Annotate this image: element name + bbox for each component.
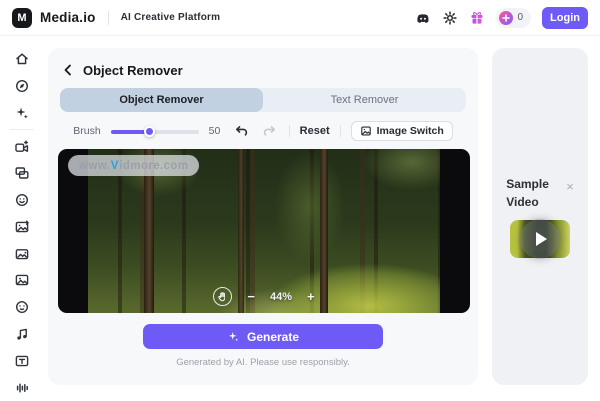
discover-icon[interactable] — [8, 73, 36, 100]
remover-tabs: Object Remover Text Remover — [60, 88, 466, 112]
page-title: Object Remover — [83, 63, 183, 78]
close-icon[interactable]: × — [566, 179, 574, 194]
pan-hand-icon[interactable] — [213, 287, 232, 306]
logo-letter: M — [17, 12, 26, 24]
zoom-level: 44% — [270, 291, 292, 303]
sample-video-title: Sample Video — [506, 175, 560, 211]
reset-button[interactable]: Reset — [300, 125, 330, 137]
home-icon[interactable] — [8, 46, 36, 73]
zoom-in-button[interactable]: + — [307, 290, 315, 303]
zoom-out-button[interactable]: − — [247, 290, 255, 303]
image-switch-icon — [360, 125, 372, 137]
login-button[interactable]: Login — [542, 7, 588, 29]
back-chevron-icon[interactable] — [60, 62, 76, 78]
page: M Media.io AI Creative Platform 0 Logi — [0, 0, 600, 401]
avatar-icon[interactable] — [8, 187, 36, 214]
undo-icon[interactable] — [233, 122, 251, 140]
music-icon[interactable] — [8, 321, 36, 348]
top-bar: M Media.io AI Creative Platform 0 Logi — [0, 0, 600, 36]
sparkle-icon — [227, 330, 240, 343]
sample-head: Sample Video × — [506, 175, 574, 211]
object-remover-panel: Object Remover Object Remover Text Remov… — [48, 48, 478, 385]
sticker-icon[interactable] — [8, 294, 36, 321]
header-divider — [108, 11, 109, 25]
generate-label: Generate — [247, 330, 299, 344]
sample-video-thumbnail[interactable] — [510, 220, 570, 258]
image-export-icon[interactable] — [8, 214, 36, 241]
settings-gear-icon[interactable] — [442, 10, 458, 26]
canvas-zoom-controls: − 44% + — [88, 287, 440, 306]
sample-video-panel: Sample Video × — [492, 48, 588, 385]
mediaio-logo-icon[interactable]: M — [12, 8, 32, 28]
generate-button[interactable]: Generate — [143, 324, 383, 349]
subtitle-icon[interactable] — [8, 347, 36, 374]
toolbar-divider — [340, 125, 341, 137]
editing-canvas[interactable]: www.Vidmore.com − 44% + — [58, 149, 470, 313]
gift-icon[interactable] — [469, 10, 485, 26]
vidmore-watermark: www.Vidmore.com — [68, 155, 199, 176]
image-switch-button[interactable]: Image Switch — [351, 121, 453, 141]
brush-label: Brush — [73, 125, 100, 137]
brush-size-slider[interactable] — [111, 125, 199, 137]
screen-recorder-icon[interactable] — [8, 160, 36, 187]
toolbar-divider — [289, 125, 290, 137]
brand-name[interactable]: Media.io — [40, 10, 96, 25]
coin-plus-icon — [499, 11, 513, 25]
image-ai-icon[interactable] — [8, 240, 36, 267]
header-actions: 0 Login — [415, 7, 588, 29]
ai-disclaimer: Generated by AI. Please use responsibly. — [48, 357, 478, 368]
watermark-suffix: idmore.com — [119, 160, 188, 172]
platform-label: AI Creative Platform — [121, 12, 221, 23]
image-switch-label: Image Switch — [377, 125, 444, 137]
slider-thumb[interactable] — [144, 126, 155, 137]
page-header: Object Remover — [48, 48, 478, 78]
discord-icon[interactable] — [415, 10, 431, 26]
brush-toolbar: Brush 50 Reset Image Switch — [48, 121, 478, 141]
video-editor-icon[interactable] — [8, 133, 36, 160]
redo-icon[interactable] — [261, 122, 279, 140]
audio-wave-icon[interactable] — [8, 374, 36, 401]
credits-count: 0 — [517, 12, 523, 23]
brush-size-value: 50 — [209, 125, 223, 137]
tab-object-remover[interactable]: Object Remover — [60, 88, 263, 112]
sidebar — [0, 36, 44, 401]
play-button[interactable] — [520, 219, 560, 259]
play-icon — [536, 232, 547, 246]
brand-group: M Media.io AI Creative Platform — [12, 8, 220, 28]
vidmore-logo-icon: V — [111, 160, 119, 172]
tab-text-remover[interactable]: Text Remover — [263, 88, 466, 112]
photo-icon[interactable] — [8, 267, 36, 294]
ai-tools-icon[interactable] — [8, 100, 36, 127]
watermark-prefix: www. — [79, 160, 110, 172]
credits-badge[interactable]: 0 — [496, 8, 531, 28]
sidebar-divider — [10, 129, 34, 130]
